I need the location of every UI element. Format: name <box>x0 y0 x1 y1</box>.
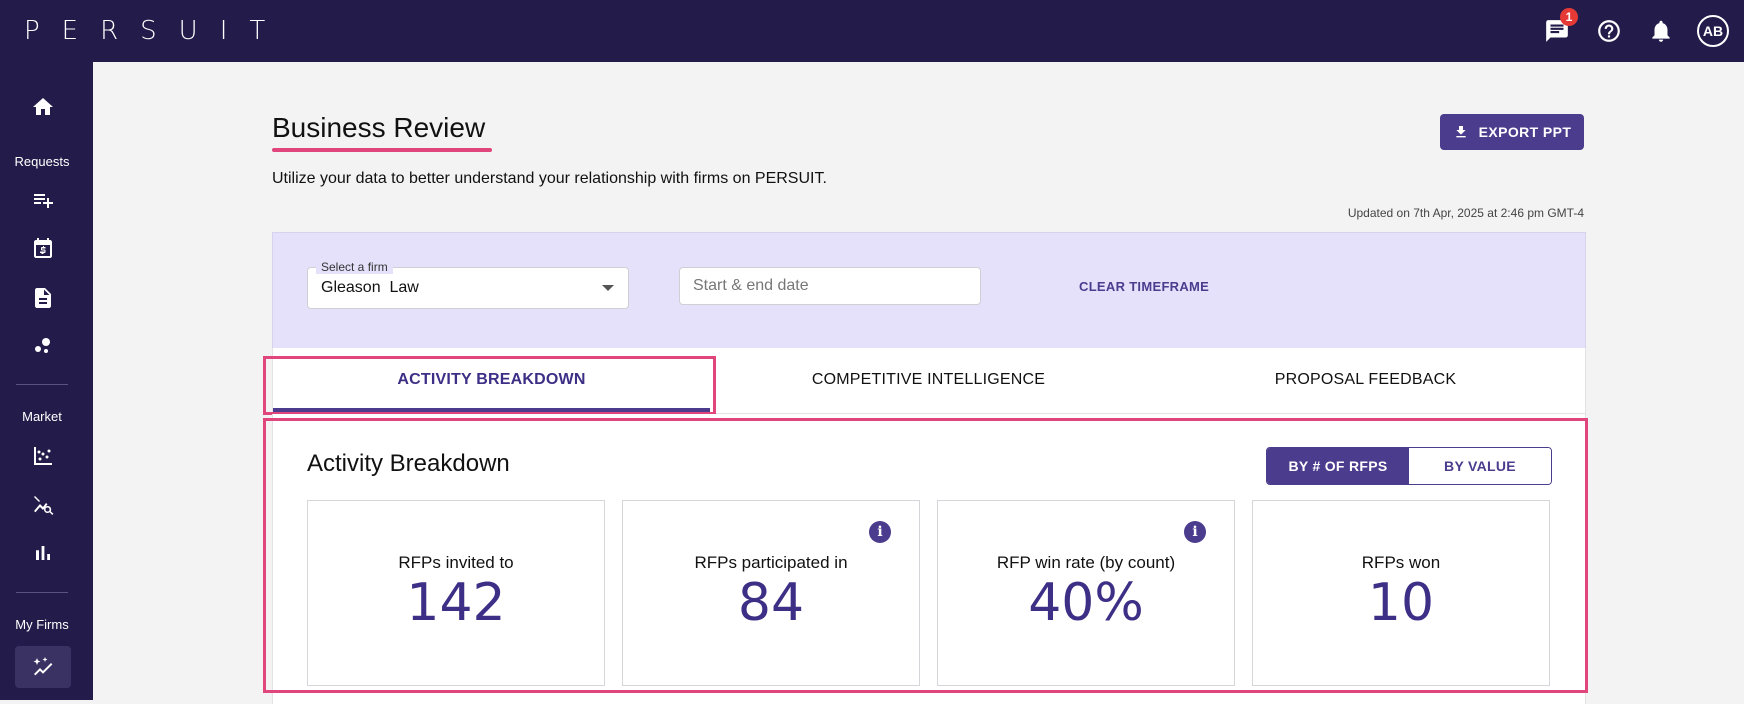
tab-label: PROPOSAL FEEDBACK <box>1274 371 1457 388</box>
persuit-logo[interactable]: PERSUIT <box>24 16 287 46</box>
new-request-icon <box>34 194 53 208</box>
avatar: AB <box>1697 15 1729 47</box>
home-icon <box>33 98 53 115</box>
sidebar-item-business-review[interactable] <box>15 646 71 688</box>
sidebar-item-market-search[interactable] <box>22 484 64 526</box>
section-title: Activity Breakdown <box>307 450 510 477</box>
page-subtitle: Utilize your data to better understand y… <box>272 170 827 187</box>
calendar-dollar-icon <box>34 238 52 258</box>
tab-label: ACTIVITY BREAKDOWN <box>397 371 586 388</box>
tab-activity-breakdown[interactable]: ACTIVITY BREAKDOWN <box>273 348 710 412</box>
sparkle-chart-icon <box>33 657 53 676</box>
tab-bar: ACTIVITY BREAKDOWN COMPETITIVE INTELLIGE… <box>272 348 1586 414</box>
activity-breakdown-panel: Activity Breakdown BY # OF RFPS BY VALUE… <box>272 414 1586 704</box>
stat-value: 40% <box>1028 573 1144 633</box>
firm-select[interactable]: Select a firm Gleason Law <box>307 260 629 309</box>
by-count-toggle[interactable]: BY # OF RFPS <box>1267 448 1409 484</box>
user-menu-button[interactable]: AB <box>1696 14 1730 48</box>
search-analytics-icon <box>34 496 54 515</box>
stat-card-invited: RFPs invited to 142 <box>307 500 605 686</box>
firm-select-label: Select a firm <box>316 260 393 274</box>
help-icon <box>1598 20 1620 42</box>
bar-chart-icon <box>36 546 50 560</box>
active-tab-indicator <box>273 408 710 412</box>
by-value-toggle[interactable]: BY VALUE <box>1409 448 1551 484</box>
stat-value: 142 <box>406 573 506 633</box>
metric-toggle: BY # OF RFPS BY VALUE <box>1266 447 1552 485</box>
notifications-button[interactable] <box>1644 14 1678 48</box>
sidebar: Requests Market My Firms <box>0 62 93 700</box>
sidebar-section-my-firms: My Firms <box>15 617 69 632</box>
top-bar: PERSUIT 1 AB <box>0 0 1744 62</box>
notification-badge: 1 <box>1560 8 1578 26</box>
export-ppt-label: EXPORT PPT <box>1478 124 1572 140</box>
stat-value: 10 <box>1367 573 1435 633</box>
stat-label: RFPs won <box>1361 553 1441 572</box>
title-highlight <box>272 148 492 152</box>
caret-down-icon <box>602 285 614 291</box>
sidebar-item-market-bars[interactable] <box>22 532 64 574</box>
help-button[interactable] <box>1592 14 1626 48</box>
network-icon <box>35 338 50 353</box>
sidebar-item-budget[interactable] <box>22 228 64 270</box>
document-icon <box>35 288 51 308</box>
clear-timeframe-button[interactable]: CLEAR TIMEFRAME <box>1079 279 1209 294</box>
bell-icon <box>1652 20 1670 42</box>
stat-label: RFPs participated in <box>694 553 848 572</box>
download-icon <box>1455 126 1466 138</box>
updated-timestamp: Updated on 7th Apr, 2025 at 2:46 pm GMT-… <box>1347 206 1584 220</box>
sidebar-item-network[interactable] <box>22 325 64 367</box>
date-range-input[interactable] <box>679 267 981 305</box>
page-title: Business Review <box>272 112 486 143</box>
sidebar-item-documents[interactable] <box>22 277 64 319</box>
sidebar-divider <box>16 592 68 593</box>
stat-label: RFP win rate (by count) <box>996 553 1176 572</box>
tab-proposal-feedback[interactable]: PROPOSAL FEEDBACK <box>1147 348 1584 412</box>
sidebar-section-requests: Requests <box>14 154 70 169</box>
stat-label: RFPs invited to <box>398 553 514 572</box>
sidebar-item-market-scatter[interactable] <box>22 435 64 477</box>
stat-card-won: RFPs won 10 <box>1252 500 1550 686</box>
export-ppt-button[interactable]: EXPORT PPT <box>1440 114 1584 150</box>
stat-value: 84 <box>737 573 805 633</box>
firm-select-value: Gleason Law <box>321 279 419 296</box>
sidebar-divider <box>16 384 68 385</box>
sidebar-item-new-request[interactable] <box>22 179 64 221</box>
messages-button[interactable]: 1 <box>1540 8 1578 48</box>
filter-panel: Select a firm Gleason Law CLEAR TIMEFRAM… <box>272 232 1586 350</box>
stat-card-participated: i RFPs participated in 84 <box>622 500 920 686</box>
info-icon[interactable]: i <box>869 521 891 543</box>
tab-competitive-intelligence[interactable]: COMPETITIVE INTELLIGENCE <box>710 348 1147 412</box>
scatter-chart-icon <box>34 447 52 465</box>
sidebar-section-market: Market <box>22 409 62 424</box>
tab-label: COMPETITIVE INTELLIGENCE <box>811 371 1046 388</box>
sidebar-item-home[interactable] <box>22 86 64 128</box>
stat-card-win-rate: i RFP win rate (by count) 40% <box>937 500 1235 686</box>
top-actions: 1 AB <box>1540 8 1730 48</box>
info-icon[interactable]: i <box>1184 521 1206 543</box>
